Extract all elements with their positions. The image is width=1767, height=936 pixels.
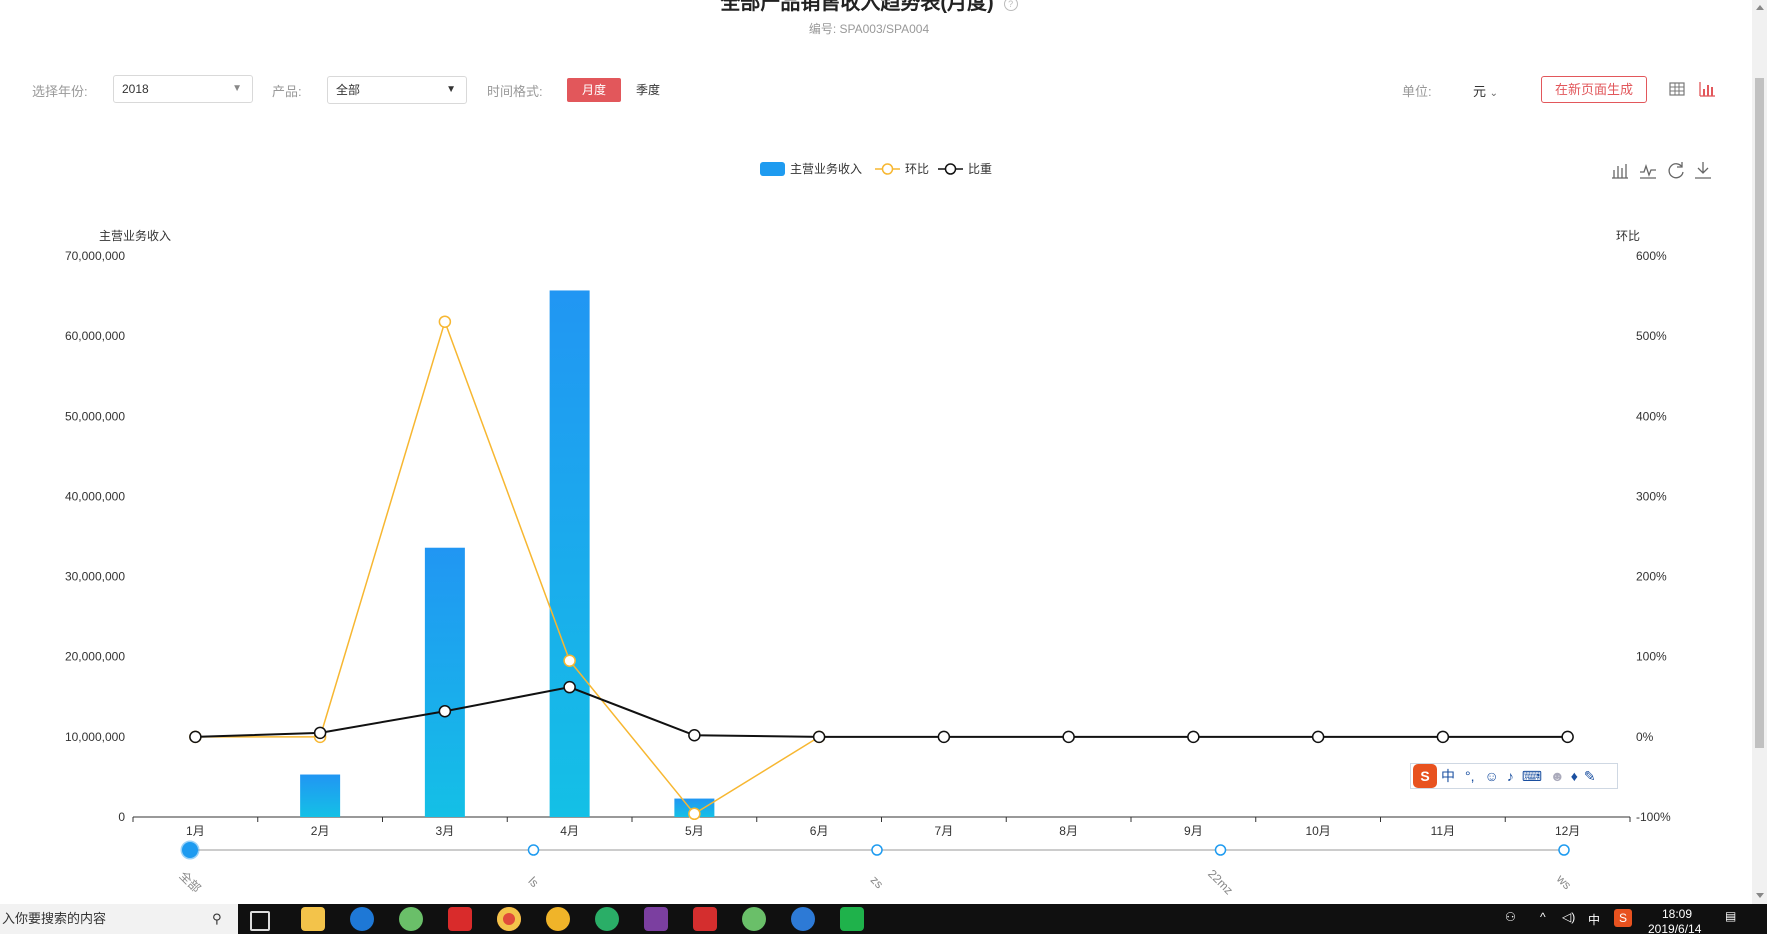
netease-music-icon[interactable]	[693, 907, 717, 931]
taskbar-search[interactable]: 入你要搜索的内容 ⚲	[0, 904, 238, 934]
timeline-node[interactable]	[871, 844, 883, 856]
y-tick-label-right: 100%	[1636, 650, 1667, 664]
share-point	[1187, 730, 1200, 744]
y-tick-label-right: 600%	[1636, 249, 1667, 263]
share-point	[937, 730, 951, 744]
timeline-node[interactable]	[1214, 844, 1227, 856]
volume-icon[interactable]: ◁)	[1562, 910, 1575, 924]
timeline-label: 22mz	[1205, 867, 1236, 898]
chrome-icon[interactable]	[497, 907, 521, 931]
x-tick-label: 9月	[1184, 824, 1203, 838]
y-tick-label-right: 200%	[1636, 570, 1667, 584]
x-tick-label: 12月	[1555, 824, 1580, 838]
keyboard-icon[interactable]: ⌨	[1522, 768, 1542, 785]
timeline-node[interactable]	[180, 840, 200, 860]
y-tick-label-left: 60,000,000	[65, 329, 125, 343]
x-tick-label: 3月	[436, 824, 455, 838]
y-axis-left-title: 主营业务收入	[99, 228, 171, 243]
dbeaver-icon[interactable]	[791, 907, 815, 931]
ime-toolbar[interactable]: S 中 °, ☺ ♪ ⌨ ☻ ♦ ✎	[1410, 763, 1618, 789]
x-tick-label: 6月	[810, 824, 829, 838]
x-tick-label: 8月	[1059, 824, 1078, 838]
wrench-icon[interactable]: ✎	[1584, 768, 1596, 785]
share-point	[563, 680, 576, 694]
bar-revenue	[549, 290, 590, 817]
share-point	[812, 730, 826, 744]
bar-revenue	[424, 547, 465, 817]
share-point	[1436, 730, 1450, 744]
microphone-icon[interactable]: ⚲	[212, 904, 222, 934]
ime-lang[interactable]: 中	[1441, 766, 1455, 786]
timeline-node[interactable]	[527, 844, 540, 856]
timeline-label: ws	[1553, 871, 1574, 892]
mom-point	[563, 654, 576, 667]
mom-point	[688, 807, 701, 821]
y-tick-label-right: 500%	[1636, 329, 1667, 343]
sogou-tray-icon[interactable]: S	[1614, 909, 1632, 927]
clock-time[interactable]: 18:09	[1662, 907, 1692, 921]
app-green-icon[interactable]	[840, 907, 864, 931]
skin-icon[interactable]: ♦	[1571, 768, 1578, 784]
share-point	[1311, 730, 1325, 744]
edge-browser-icon[interactable]	[350, 907, 374, 931]
x-tick-label: 1月	[186, 824, 205, 838]
scrollbar-thumb[interactable]	[1755, 78, 1764, 748]
y-tick-label-left: 70,000,000	[65, 249, 125, 263]
search-placeholder: 入你要搜索的内容	[2, 911, 107, 926]
y-tick-label-right: -100%	[1636, 810, 1671, 824]
x-tick-label: 2月	[311, 824, 330, 838]
youdao-icon[interactable]	[448, 907, 472, 931]
y-tick-label-right: 0%	[1636, 730, 1654, 744]
emoji-icon[interactable]: ☺	[1485, 768, 1499, 784]
scroll-down-icon[interactable]	[1756, 893, 1764, 898]
sogou-logo-icon: S	[1413, 764, 1437, 788]
bar-revenue	[300, 774, 341, 817]
people-icon[interactable]: ⚇	[1505, 910, 1516, 924]
x-tick-label: 11月	[1431, 824, 1455, 838]
notification-icon[interactable]: ▤	[1725, 909, 1736, 923]
share-point	[1561, 730, 1574, 744]
y-tick-label-left: 50,000,000	[65, 409, 125, 423]
y-axis-right-title: 环比	[1616, 229, 1640, 243]
spring-tool-icon[interactable]	[742, 907, 766, 931]
share-point	[313, 726, 327, 740]
chevron-up-icon[interactable]: ^	[1540, 910, 1546, 924]
page-scrollbar[interactable]	[1752, 0, 1767, 904]
file-explorer-icon[interactable]	[301, 907, 325, 931]
timeline-label: 全部	[177, 868, 205, 896]
y-tick-label-left: 30,000,000	[65, 570, 125, 584]
share-point	[1062, 730, 1075, 744]
y-tick-label-left: 40,000,000	[65, 489, 125, 503]
share-point	[438, 704, 452, 718]
input-language[interactable]: 中	[1588, 911, 1600, 928]
mom-point	[438, 315, 452, 328]
scroll-up-icon[interactable]	[1756, 5, 1764, 10]
timeline-label: zs	[868, 873, 886, 891]
x-tick-label: 5月	[685, 824, 704, 838]
wechat-icon[interactable]	[595, 907, 619, 931]
x-tick-label: 4月	[560, 824, 579, 838]
y-tick-label-right: 400%	[1636, 409, 1667, 423]
share-point	[688, 729, 701, 742]
app-yellow-icon[interactable]	[546, 907, 570, 931]
y-tick-label-left: 10,000,000	[65, 730, 125, 744]
share-point	[189, 730, 202, 744]
timeline-label: ls	[525, 874, 541, 890]
x-tick-label: 7月	[935, 824, 954, 838]
y-tick-label-left: 20,000,000	[65, 650, 125, 664]
spring-tool-icon[interactable]	[399, 907, 423, 931]
task-view-icon[interactable]	[250, 911, 270, 931]
y-tick-label-right: 300%	[1636, 489, 1667, 503]
x-tick-label: 10月	[1305, 824, 1330, 838]
intellij-icon[interactable]	[644, 907, 668, 931]
mom-line	[195, 319, 820, 815]
timeline-node[interactable]	[1558, 844, 1570, 856]
microphone-icon[interactable]: ♪	[1507, 768, 1514, 784]
y-tick-label-left: 0	[118, 810, 125, 824]
user-icon[interactable]: ☻	[1550, 768, 1565, 784]
punctuation-icon[interactable]: °,	[1465, 768, 1475, 784]
share-line	[195, 686, 1568, 738]
